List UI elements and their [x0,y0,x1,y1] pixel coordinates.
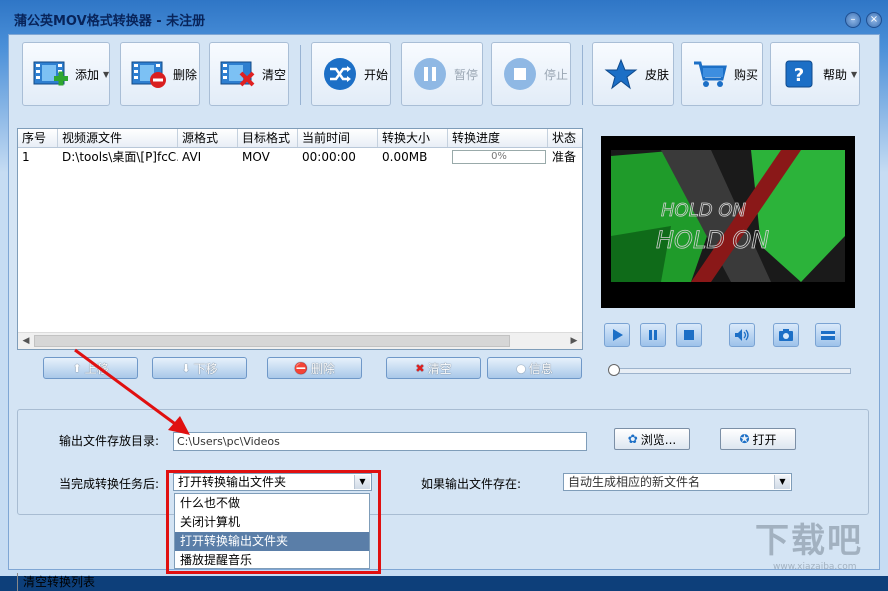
annotation-arrow [74,348,190,435]
